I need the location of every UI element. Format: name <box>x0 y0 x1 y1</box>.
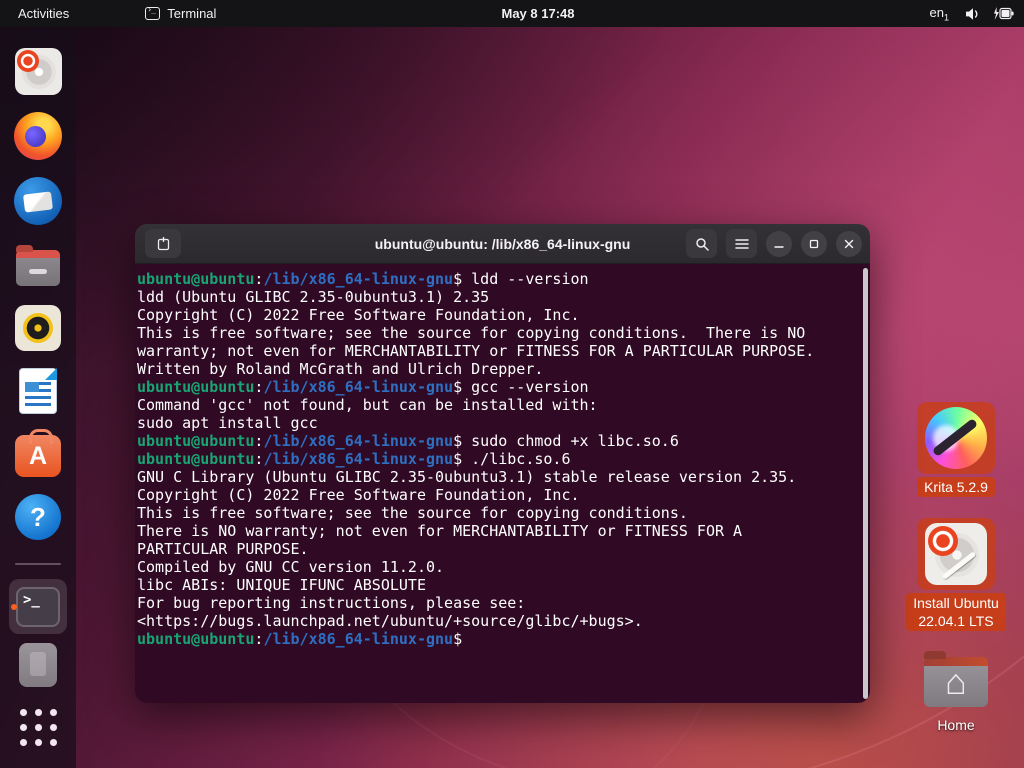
clock[interactable]: May 8 17:48 <box>502 6 575 21</box>
terminal-line: ubuntu@ubuntu:/lib/x86_64-linux-gnu$ sud… <box>137 432 679 450</box>
ubuntu-software-icon <box>15 429 61 478</box>
terminal-line: GNU C Library (Ubuntu GLIBC 2.35-0ubuntu… <box>137 468 797 486</box>
desktop-icon-install-ubuntu[interactable]: Install Ubuntu 22.04.1 LTS <box>886 518 1024 631</box>
terminal-line: Compiled by GNU CC version 11.2.0. <box>137 558 445 576</box>
dock-item-rhythmbox[interactable] <box>9 305 67 352</box>
terminal-line: warranty; not even for MERCHANTABILITY o… <box>137 342 815 360</box>
focused-app-name: Terminal <box>167 6 217 21</box>
dock-item-firefox[interactable] <box>9 112 67 160</box>
dock-item-files[interactable] <box>9 242 67 288</box>
files-icon <box>16 245 60 287</box>
maximize-icon <box>809 239 819 248</box>
volume-icon[interactable] <box>965 7 982 21</box>
terminal-window: ubuntu@ubuntu: /lib/x86_64-linux-gnu ubu… <box>135 224 870 703</box>
activities-button[interactable]: Activities <box>0 0 87 27</box>
terminal-line: Command 'gcc' not found, but can be inst… <box>137 396 598 414</box>
search-button[interactable] <box>686 229 717 258</box>
dock-item-usb-drive[interactable] <box>9 642 67 688</box>
dock-separator <box>15 563 61 566</box>
terminal-output: ubuntu@ubuntu:/lib/x86_64-linux-gnu$ ldd… <box>137 270 866 648</box>
terminal-line: <https://bugs.launchpad.net/ubuntu/+sour… <box>137 612 643 630</box>
libreoffice-writer-icon <box>19 368 57 415</box>
dock-item-help[interactable] <box>9 494 67 541</box>
running-indicator <box>11 603 17 610</box>
terminal-line: For bug reporting instructions, please s… <box>137 594 526 612</box>
minimize-icon <box>774 245 784 248</box>
terminal-line: Copyright (C) 2022 Free Software Foundat… <box>137 306 580 324</box>
terminal-line: libc ABIs: UNIQUE IFUNC ABSOLUTE <box>137 576 426 594</box>
terminal-line: ubuntu@ubuntu:/lib/x86_64-linux-gnu$ gcc… <box>137 378 589 396</box>
dock-item-show-apps[interactable] <box>9 705 67 751</box>
keyboard-layout-indicator[interactable]: en1 <box>930 5 949 23</box>
dock-item-thunderbird[interactable] <box>9 177 67 225</box>
desktop-icon-label: Home <box>937 717 975 733</box>
thunderbird-icon <box>14 177 62 225</box>
desktop: Activities Terminal May 8 17:48 en1 <box>0 0 1024 768</box>
desktop-icon-home[interactable]: Home <box>900 651 1012 735</box>
show-applications-icon <box>15 705 61 751</box>
terminal-line: ubuntu@ubuntu:/lib/x86_64-linux-gnu$ ./l… <box>137 450 571 468</box>
terminal-line: This is free software; see the source fo… <box>137 504 688 522</box>
terminal-content[interactable]: ubuntu@ubuntu:/lib/x86_64-linux-gnu$ ldd… <box>135 264 870 703</box>
system-status-area[interactable]: en1 <box>930 0 1014 27</box>
top-bar: Activities Terminal May 8 17:48 en1 <box>0 0 1024 27</box>
terminal-scrollbar[interactable] <box>863 268 868 699</box>
battery-charging-icon[interactable] <box>992 7 1014 20</box>
new-tab-icon <box>157 237 169 251</box>
desktop-icon-krita[interactable]: Krita 5.2.9 <box>896 402 1016 497</box>
terminal-app-icon <box>145 5 161 20</box>
menu-button[interactable] <box>726 229 757 258</box>
terminal-line: Copyright (C) 2022 Free Software Foundat… <box>137 486 580 504</box>
terminal-line: There is NO warranty; not even for MERCH… <box>137 522 743 540</box>
new-tab-button[interactable] <box>145 229 181 258</box>
terminal-line: ldd (Ubuntu GLIBC 2.35-0ubuntu3.1) 2.35 <box>137 288 490 306</box>
terminal-line: Written by Roland McGrath and Ulrich Dre… <box>137 360 544 378</box>
terminal-line: PARTICULAR PURPOSE. <box>137 540 309 558</box>
terminal-line: ubuntu@ubuntu:/lib/x86_64-linux-gnu$ ldd… <box>137 270 589 288</box>
terminal-line: sudo apt install gcc <box>137 414 318 432</box>
krita-icon <box>925 407 987 469</box>
desktop-icon-label: Install Ubuntu 22.04.1 LTS <box>906 593 1006 631</box>
terminal-line: ubuntu@ubuntu:/lib/x86_64-linux-gnu$ <box>137 630 463 648</box>
usb-drive-icon <box>19 642 57 687</box>
dock-item-terminal[interactable] <box>9 579 67 634</box>
dock-item-ubuntu-installer[interactable] <box>9 48 67 95</box>
terminal-titlebar[interactable]: ubuntu@ubuntu: /lib/x86_64-linux-gnu <box>135 224 870 264</box>
firefox-icon <box>14 112 62 160</box>
terminal-line: This is free software; see the source fo… <box>137 324 806 342</box>
ubuntu-installer-icon <box>925 523 987 585</box>
close-button[interactable] <box>836 230 862 257</box>
minimize-button[interactable] <box>766 230 792 257</box>
menu-icon <box>734 238 749 249</box>
brush-stroke <box>941 551 977 580</box>
desktop-icon-label: Krita 5.2.9 <box>917 477 995 497</box>
search-icon <box>695 237 709 251</box>
maximize-button[interactable] <box>801 230 827 257</box>
terminal-icon <box>16 586 60 627</box>
home-folder-icon <box>924 651 988 707</box>
dock-item-ubuntu-software[interactable] <box>9 429 67 478</box>
rhythmbox-icon <box>15 305 61 352</box>
focused-app-menu[interactable]: Terminal <box>145 5 217 21</box>
ubuntu-installer-icon <box>14 48 62 95</box>
dock-item-libreoffice-writer[interactable] <box>9 368 67 415</box>
close-icon <box>844 239 854 248</box>
help-icon <box>15 494 61 541</box>
dock <box>0 27 76 768</box>
